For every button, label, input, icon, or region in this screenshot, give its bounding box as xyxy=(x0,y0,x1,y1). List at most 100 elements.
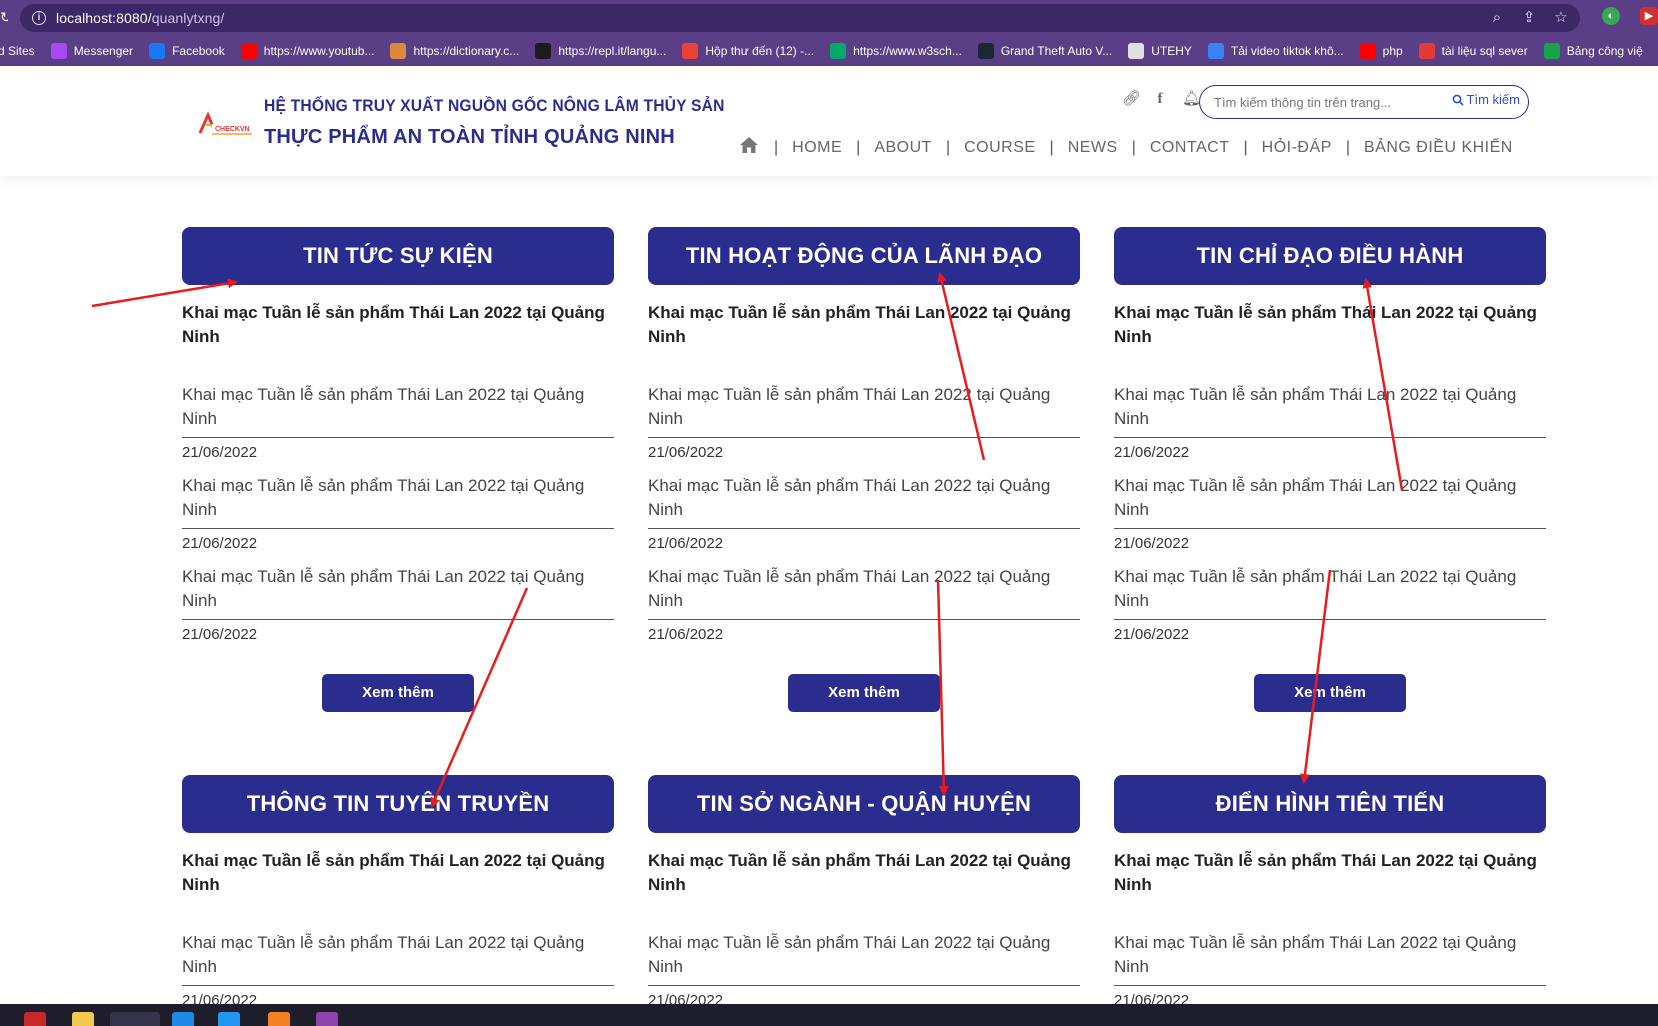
extension-icon[interactable]: ◐ xyxy=(1602,7,1620,25)
news-item-title[interactable]: Khai mạc Tuần lễ sản phẩm Thái Lan 2022 … xyxy=(1114,565,1546,620)
bookmark-item[interactable]: Bảng công việ xyxy=(1543,43,1643,59)
see-more-button[interactable]: Xem thêm xyxy=(1254,674,1406,712)
nav-separator: | xyxy=(945,138,951,156)
nav-contact[interactable]: CONTACT xyxy=(1150,139,1230,157)
bookmark-item[interactable]: https://www.youtub... xyxy=(240,43,374,59)
bookmark-item[interactable]: Hộp thư đến (12) -... xyxy=(682,43,814,59)
news-item: Khai mạc Tuần lễ sản phẩm Thái Lan 2022 … xyxy=(1114,931,1546,1010)
featured-article-title[interactable]: Khai mạc Tuần lễ sản phẩm Thái Lan 2022 … xyxy=(182,301,614,349)
see-more-button[interactable]: Xem thêm xyxy=(788,674,940,712)
news-item-title[interactable]: Khai mạc Tuần lễ sản phẩm Thái Lan 2022 … xyxy=(648,565,1080,620)
folder-icon[interactable] xyxy=(72,1012,94,1026)
bookmark-label: Hộp thư đến (12) -... xyxy=(705,44,815,58)
omnibox[interactable]: i localhost:8080/quanlytxng/ ⌕ ⇪ ☆ xyxy=(20,4,1580,32)
vscode-icon[interactable] xyxy=(218,1012,240,1026)
bookmark-item[interactable]: https://www.w3sch... xyxy=(830,43,962,59)
section-title[interactable]: THÔNG TIN TUYÊN TRUYỀN xyxy=(182,775,614,833)
news-section: THÔNG TIN TUYÊN TRUYỀN Khai mạc Tuần lễ s… xyxy=(182,775,614,1022)
news-item-date: 21/06/2022 xyxy=(1114,626,1190,643)
news-item-title[interactable]: Khai mạc Tuần lễ sản phẩm Thái Lan 2022 … xyxy=(182,383,614,438)
bookmark-label: tài liệu sql sever xyxy=(1441,44,1528,58)
featured-article-title[interactable]: Khai mạc Tuần lễ sản phẩm Thái Lan 2022 … xyxy=(1114,301,1546,349)
extension-icon[interactable]: ▶ xyxy=(1640,7,1658,25)
nav-news[interactable]: NEWS xyxy=(1068,139,1118,157)
youtube-icon xyxy=(240,43,257,59)
nav-course[interactable]: COURSE xyxy=(964,139,1035,157)
news-item-title[interactable]: Khai mạc Tuần lễ sản phẩm Thái Lan 2022 … xyxy=(648,474,1080,529)
news-item-date: 21/06/2022 xyxy=(182,626,258,643)
see-more-button[interactable]: Xem thêm xyxy=(322,674,474,712)
bookmark-item[interactable]: Facebook xyxy=(149,43,225,59)
news-item-title[interactable]: Khai mạc Tuần lễ sản phẩm Thái Lan 2022 … xyxy=(182,565,614,620)
url-text[interactable]: localhost:8080/quanlytxng/ xyxy=(56,10,224,26)
search-button[interactable]: Tìm kiếm xyxy=(1452,92,1520,107)
nav-home[interactable]: HOME xyxy=(792,139,842,157)
bookmark-item[interactable]: UTEHY xyxy=(1128,43,1192,59)
news-list: Khai mạc Tuần lễ sản phẩm Thái Lan 2022 … xyxy=(182,383,614,644)
news-item-date: 21/06/2022 xyxy=(1114,444,1190,461)
main-nav: | HOME | ABOUT | COURSE | NEWS | CONTACT… xyxy=(738,136,1513,159)
site-info-icon[interactable]: i xyxy=(32,11,46,25)
more-button-wrap: Xem thêm xyxy=(1114,674,1546,712)
chrome-icon xyxy=(1128,43,1145,59)
news-item-date: 21/06/2022 xyxy=(182,444,258,461)
news-item: Khai mạc Tuần lễ sản phẩm Thái Lan 2022 … xyxy=(1114,383,1546,462)
bookmark-item[interactable]: tài liệu sql sever xyxy=(1418,43,1528,59)
brand-title-line1: HỆ THỐNG TRUY XUẤT NGUỒN GỐC NÔNG LÂM TH… xyxy=(264,96,725,115)
nav-about[interactable]: ABOUT xyxy=(874,139,932,157)
news-item-title[interactable]: Khai mạc Tuần lễ sản phẩm Thái Lan 2022 … xyxy=(1114,931,1546,986)
news-item-title[interactable]: Khai mạc Tuần lễ sản phẩm Thái Lan 2022 … xyxy=(182,474,614,529)
news-item-title[interactable]: Khai mạc Tuần lễ sản phẩm Thái Lan 2022 … xyxy=(648,931,1080,986)
bookmark-label: Facebook xyxy=(172,44,225,58)
section-title[interactable]: TIN CHỈ ĐẠO ĐIỀU HÀNH xyxy=(1114,227,1546,285)
featured-article-title[interactable]: Khai mạc Tuần lễ sản phẩm Thái Lan 2022 … xyxy=(648,301,1080,349)
featured-article-title[interactable]: Khai mạc Tuần lễ sản phẩm Thái Lan 2022 … xyxy=(648,849,1080,897)
bookmark-item[interactable]: https://dictionary.c... xyxy=(390,43,519,59)
news-item-title[interactable]: Khai mạc Tuần lễ sản phẩm Thái Lan 2022 … xyxy=(1114,474,1546,529)
section-title[interactable]: ĐIỂN HÌNH TIÊN TIẾN xyxy=(1114,775,1546,833)
share-icon[interactable]: ⇪ xyxy=(1520,8,1538,28)
app-icon[interactable] xyxy=(24,1012,46,1026)
bookmark-item[interactable]: php xyxy=(1359,43,1403,59)
zalo-icon[interactable] xyxy=(172,1012,194,1026)
news-item: Khai mạc Tuần lễ sản phẩm Thái Lan 2022 … xyxy=(182,565,614,644)
link-icon[interactable]: 🔗︎ xyxy=(1122,90,1141,108)
section-title[interactable]: TIN SỞ NGÀNH - QUẬN HUYỆN xyxy=(648,775,1080,833)
news-item-date: 21/06/2022 xyxy=(648,444,724,461)
bookmark-item[interactable]: Tải video tiktok khô... xyxy=(1207,43,1344,59)
section-title[interactable]: TIN TỨC SỰ KIỆN xyxy=(182,227,614,285)
browser-address-bar: ↻ i localhost:8080/quanlytxng/ ⌕ ⇪ ☆ ◐ ▶ xyxy=(0,0,1658,36)
bookmark-label: d Sites xyxy=(0,44,35,58)
news-item: Khai mạc Tuần lễ sản phẩm Thái Lan 2022 … xyxy=(648,383,1080,462)
bookmark-item[interactable]: https://repl.it/langu... xyxy=(535,43,666,59)
news-item: Khai mạc Tuần lễ sản phẩm Thái Lan 2022 … xyxy=(182,931,614,1010)
featured-article-title[interactable]: Khai mạc Tuần lễ sản phẩm Thái Lan 2022 … xyxy=(1114,849,1546,897)
news-item-title[interactable]: Khai mạc Tuần lễ sản phẩm Thái Lan 2022 … xyxy=(182,931,614,986)
news-list: Khai mạc Tuần lễ sản phẩm Thái Lan 2022 … xyxy=(182,931,614,1010)
app-icon[interactable] xyxy=(316,1012,338,1026)
zoom-icon[interactable]: ⌕ xyxy=(1488,8,1506,28)
bell-icon[interactable]: 🔔︎ xyxy=(1182,90,1201,108)
bookmark-item[interactable]: d Sites xyxy=(0,44,35,58)
xampp-icon[interactable] xyxy=(268,1012,290,1026)
steam-icon xyxy=(977,43,994,59)
news-item-title[interactable]: Khai mạc Tuần lễ sản phẩm Thái Lan 2022 … xyxy=(1114,383,1546,438)
bookmark-item[interactable]: Grand Theft Auto V... xyxy=(977,43,1113,59)
checkvn-logo[interactable]: CHECKVN xyxy=(196,111,254,139)
nav-dashboard[interactable]: BẢNG ĐIỀU KHIỂN xyxy=(1364,139,1513,157)
featured-article-title[interactable]: Khai mạc Tuần lễ sản phẩm Thái Lan 2022 … xyxy=(182,849,614,897)
nav-hoi-dap[interactable]: HỎI-ĐÁP xyxy=(1262,139,1332,157)
bookmark-label: Grand Theft Auto V... xyxy=(1000,44,1113,58)
home-icon[interactable] xyxy=(738,136,760,159)
svg-text:CHECKVN: CHECKVN xyxy=(215,126,250,133)
search-input[interactable] xyxy=(1214,94,1444,110)
reload-icon[interactable]: ↻ xyxy=(0,8,8,26)
section-title[interactable]: TIN HOẠT ĐỘNG CỦA LÃNH ĐẠO xyxy=(648,227,1080,285)
news-list: Khai mạc Tuần lễ sản phẩm Thái Lan 2022 … xyxy=(1114,383,1546,644)
facebook-icon[interactable]: f xyxy=(1152,90,1168,108)
bookmark-star-icon[interactable]: ☆ xyxy=(1552,8,1570,28)
os-taskbar xyxy=(0,1004,1658,1026)
chrome-icon[interactable] xyxy=(110,1012,160,1026)
bookmark-item[interactable]: Messenger xyxy=(50,43,133,59)
news-item-title[interactable]: Khai mạc Tuần lễ sản phẩm Thái Lan 2022 … xyxy=(648,383,1080,438)
